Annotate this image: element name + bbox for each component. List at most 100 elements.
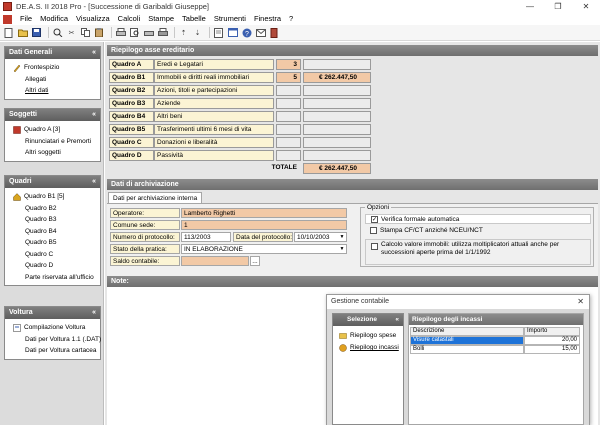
- table-row[interactable]: Visure catastali 20,00: [410, 336, 582, 345]
- operatore-field[interactable]: Lamberto Righetti: [181, 208, 347, 218]
- menu-strumenti[interactable]: Strumenti: [210, 13, 250, 25]
- collapse-icon[interactable]: «: [92, 307, 96, 319]
- row-count: [276, 85, 301, 96]
- minimize-button[interactable]: —: [516, 0, 544, 13]
- document-icon[interactable]: [213, 27, 224, 38]
- print-preview-icon[interactable]: [129, 27, 140, 38]
- menu-calcoli[interactable]: Calcoli: [114, 13, 145, 25]
- collapse-icon[interactable]: «: [92, 176, 96, 188]
- info-icon[interactable]: ?: [241, 27, 252, 38]
- nav-quadro-b4[interactable]: Quadro B4: [5, 226, 100, 238]
- print-setup-icon[interactable]: [143, 27, 154, 38]
- checkbox-calcolo[interactable]: [371, 243, 378, 250]
- exit-icon[interactable]: [269, 27, 280, 38]
- nav-parte-riservata[interactable]: Parte riservata all'ufficio: [5, 272, 100, 284]
- nav-altri-soggetti[interactable]: Altri soggetti: [5, 147, 100, 159]
- email-icon[interactable]: [255, 27, 266, 38]
- cell-descrizione[interactable]: Visure catastali: [410, 336, 524, 345]
- comune-field[interactable]: 1: [181, 220, 347, 230]
- document-icon[interactable]: [3, 14, 12, 24]
- data-protocollo-field[interactable]: 10/10/2003 ▼: [294, 232, 347, 242]
- row-code[interactable]: Quadro B4: [109, 111, 154, 122]
- saldo-browse-button[interactable]: ...: [250, 256, 260, 266]
- printer-icon[interactable]: [157, 27, 168, 38]
- row-code[interactable]: Quadro B1: [109, 72, 154, 83]
- protocollo-field[interactable]: 113/2003: [181, 232, 231, 242]
- section-header[interactable]: Soggetti «: [5, 109, 100, 121]
- checkbox-verifica[interactable]: ✓: [371, 216, 378, 223]
- option-stampa[interactable]: Stampa CF/CT anziché NCEU/NCT: [365, 226, 591, 236]
- selezione-header[interactable]: Selezione «: [333, 314, 403, 326]
- menu-tabelle[interactable]: Tabelle: [178, 13, 210, 25]
- section-header[interactable]: Dati Generali «: [5, 47, 100, 59]
- col-importo[interactable]: Importo: [524, 327, 580, 336]
- collapse-icon[interactable]: «: [395, 314, 399, 326]
- nav-allegati[interactable]: Allegati: [5, 74, 100, 86]
- stato-select[interactable]: IN ELABORAZIONE ▼: [181, 244, 347, 254]
- row-code[interactable]: Quadro D: [109, 150, 154, 161]
- cell-importo[interactable]: 15,00: [524, 345, 580, 354]
- section-dati-generali: Dati Generali « Frontespizio Allegati Alt…: [4, 46, 101, 100]
- nav-riepilogo-spese[interactable]: Riepilogo spese: [333, 330, 403, 342]
- nav-dati-voltura-dat[interactable]: Dati per Voltura 1.1 (.DAT): [5, 334, 101, 346]
- nav-quadro-b1[interactable]: Quadro B1 [5]: [5, 191, 100, 203]
- option-verifica[interactable]: ✓ Verifica formale automatica: [365, 214, 591, 224]
- move-down-icon[interactable]: ⇣: [192, 27, 203, 38]
- window-icon[interactable]: [227, 27, 238, 38]
- print-icon[interactable]: [115, 27, 126, 38]
- nav-quadro-b3[interactable]: Quadro B3: [5, 214, 100, 226]
- incassi-panel: Riepilogo degli incassi Descrizione Impo…: [408, 313, 584, 425]
- nav-compilazione-voltura[interactable]: Compilazione Voltura: [5, 322, 100, 334]
- collapse-icon[interactable]: «: [92, 47, 96, 59]
- table-row[interactable]: Bolli 15,00: [410, 345, 582, 354]
- nav-frontespizio[interactable]: Frontespizio: [5, 62, 100, 74]
- nav-quadro-c[interactable]: Quadro C: [5, 249, 100, 261]
- save-icon[interactable]: [31, 27, 42, 38]
- nav-quadro-d[interactable]: Quadro D: [5, 260, 100, 272]
- paste-icon[interactable]: [94, 27, 105, 38]
- section-header[interactable]: Voltura «: [5, 307, 100, 319]
- menu-file[interactable]: File: [16, 13, 36, 25]
- totale-label: TOTALE: [271, 164, 297, 171]
- close-icon[interactable]: ✕: [577, 295, 584, 309]
- nav-quadro-b2[interactable]: Quadro B2: [5, 203, 100, 215]
- row-code[interactable]: Quadro B5: [109, 124, 154, 135]
- menu-modifica[interactable]: Modifica: [36, 13, 72, 25]
- tab-archiviazione-interna[interactable]: Dati per archiviazione interna: [108, 192, 203, 203]
- copy-icon[interactable]: [80, 27, 91, 38]
- menu-help[interactable]: ?: [285, 13, 297, 25]
- open-folder-icon[interactable]: [17, 27, 28, 38]
- nav-quadro-b5[interactable]: Quadro B5: [5, 237, 100, 249]
- section-header[interactable]: Quadri «: [5, 176, 100, 188]
- close-button[interactable]: ✕: [572, 0, 600, 13]
- nav-dati-voltura-cartacea[interactable]: Dati per Voltura cartacea: [5, 345, 100, 357]
- row-code[interactable]: Quadro B3: [109, 98, 154, 109]
- option-calcolo[interactable]: Calcolo valore immobili: utilizza moltip…: [365, 239, 591, 265]
- stato-label: Stato della pratica:: [110, 244, 180, 254]
- row-code[interactable]: Quadro A: [109, 59, 154, 70]
- nav-altri-dati[interactable]: Altri dati: [5, 85, 100, 97]
- collapse-icon[interactable]: «: [92, 109, 96, 121]
- cell-importo[interactable]: 20,00: [524, 336, 580, 345]
- dropdown-arrow-icon[interactable]: ▼: [338, 245, 346, 253]
- menu-stampe[interactable]: Stampe: [144, 13, 178, 25]
- menu-finestra[interactable]: Finestra: [250, 13, 285, 25]
- checkbox-stampa[interactable]: [370, 227, 377, 234]
- nav-rinunciatari[interactable]: Rinunciatari e Premorti: [5, 136, 100, 148]
- row-code[interactable]: Quadro C: [109, 137, 154, 148]
- nav-quadro-a[interactable]: Quadro A [3]: [5, 124, 100, 136]
- dropdown-arrow-icon[interactable]: ▼: [338, 233, 346, 241]
- search-users-icon[interactable]: [52, 27, 63, 38]
- row-code[interactable]: Quadro B2: [109, 85, 154, 96]
- nav-riepilogo-incassi[interactable]: Riepilogo incassi: [333, 342, 403, 354]
- col-descrizione[interactable]: Descrizione: [410, 327, 524, 336]
- cell-descrizione[interactable]: Bolli: [410, 345, 524, 354]
- restore-button[interactable]: ❐: [544, 0, 572, 13]
- menu-visualizza[interactable]: Visualizza: [72, 13, 114, 25]
- row-desc: Aziende: [154, 98, 274, 109]
- cut-icon[interactable]: ✂: [66, 27, 77, 38]
- move-up-icon[interactable]: ⇡: [178, 27, 189, 38]
- row-value: [303, 98, 371, 109]
- dialog-titlebar[interactable]: Gestione contabile ✕: [327, 295, 589, 309]
- new-file-icon[interactable]: [3, 27, 14, 38]
